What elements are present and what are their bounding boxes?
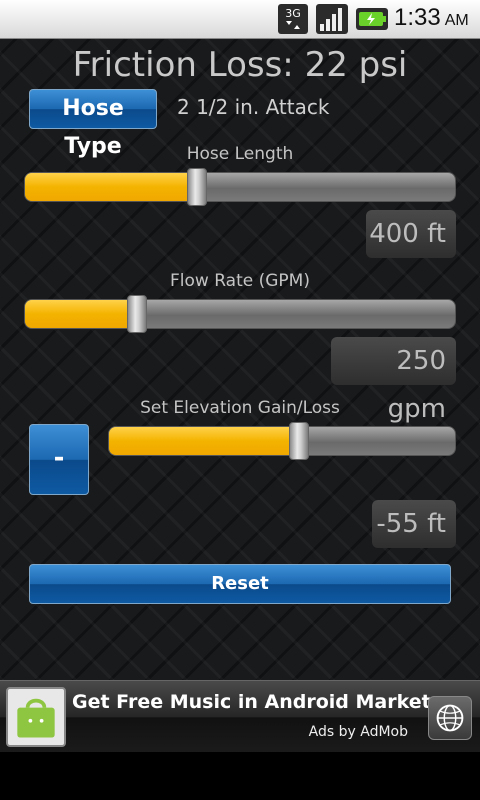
flow-rate-slider-thumb[interactable] (126, 295, 147, 333)
elevation-slider-thumb[interactable] (289, 422, 310, 460)
elevation-label: Set Elevation Gain/Loss (140, 398, 340, 418)
ad-credit: Ads by AdMob (308, 724, 408, 740)
calculator-panel: Friction Loss: 22 psi Hose Type 2 1/2 in… (0, 39, 480, 680)
clock-ampm: AM (444, 12, 469, 29)
page-title: Friction Loss: 22 psi (72, 45, 408, 85)
elevation-slider[interactable] (108, 422, 456, 460)
hose-length-readout: 400 ft (366, 210, 456, 258)
hose-type-value: 2 1/2 in. Attack (177, 95, 330, 119)
hose-type-button[interactable]: Hose Type (29, 89, 157, 159)
battery-charging-icon (356, 8, 388, 30)
elevation-minus-button[interactable]: - (29, 424, 89, 495)
ad-headline[interactable]: Get Free Music in Android Market (72, 691, 431, 713)
ad-banner[interactable]: Get Free Music in Android Market Ads by … (0, 680, 480, 753)
clock-time: 1:33 (394, 4, 441, 31)
flow-rate-readout: 250 gpm (331, 337, 456, 424)
network-label: 3G (285, 7, 301, 20)
bottom-spacer (0, 752, 480, 800)
reset-button[interactable]: Reset (29, 564, 451, 604)
hose-length-slider-thumb[interactable] (187, 168, 207, 206)
flow-rate-slider[interactable] (24, 295, 456, 333)
flow-rate-label: Flow Rate (GPM) (170, 271, 310, 291)
elevation-readout: -55 ft (372, 500, 456, 548)
elevation-slider-fill (109, 427, 300, 455)
3g-data-icon: 3G (278, 4, 308, 34)
hose-length-label: Hose Length (186, 144, 294, 164)
android-market-bag-icon (6, 687, 66, 747)
flow-rate-slider-fill (25, 300, 137, 328)
hose-length-slider[interactable] (24, 168, 456, 206)
signal-strength-icon (316, 4, 348, 34)
hose-length-slider-fill (25, 173, 197, 201)
ad-globe-button[interactable] (428, 696, 472, 740)
clock: 1:33 AM (394, 4, 469, 32)
globe-icon (436, 704, 464, 732)
status-bar: 3G 1:33 AM (0, 0, 480, 39)
